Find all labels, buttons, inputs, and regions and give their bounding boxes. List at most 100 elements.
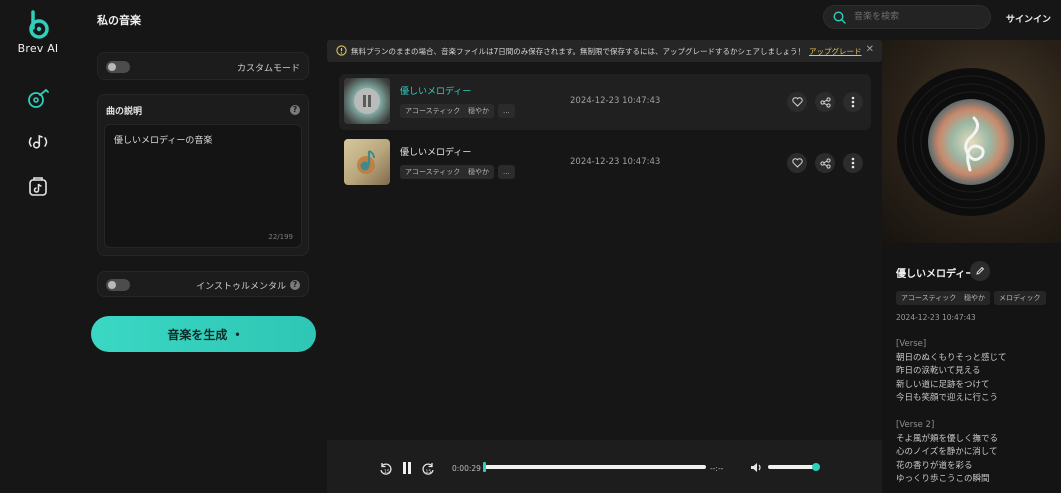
search-input[interactable] <box>854 10 984 24</box>
signin-link[interactable]: サインイン <box>1006 12 1051 25</box>
sidebar-item-tiktok[interactable] <box>24 172 52 200</box>
track-title[interactable]: 優しいメロディー <box>400 145 471 158</box>
play-pause-button[interactable] <box>400 460 414 476</box>
music-broadcast-icon <box>28 134 48 149</box>
total-time: --:-- <box>710 464 724 473</box>
track-tag: 穏やか <box>463 104 494 118</box>
more-vertical-icon <box>851 96 855 108</box>
rewind-button[interactable]: 15 <box>377 460 393 476</box>
share-icon <box>819 96 831 108</box>
generate-button-label: 音楽を生成 <box>167 327 228 342</box>
volume-slider[interactable] <box>768 463 821 471</box>
heart-icon <box>791 97 803 107</box>
custom-mode-label: カスタムモード <box>236 64 300 74</box>
page-title: 私の音楽 <box>97 14 141 27</box>
audio-player: 15 15 0:00:29 --:-- <box>327 440 882 493</box>
edit-title-button[interactable] <box>970 261 990 281</box>
track-tag: アコースティック <box>400 104 466 118</box>
vinyl-record-image <box>897 68 1045 216</box>
search-icon <box>833 11 846 24</box>
close-notice-icon[interactable]: ✕ <box>866 44 874 55</box>
instrumental-label: インストゥルメンタル <box>196 282 286 292</box>
brand-logo[interactable]: Brev AI <box>0 10 76 55</box>
current-time: 0:00:29 <box>452 464 481 473</box>
custom-mode-toggle[interactable] <box>106 61 130 73</box>
track-tag: 穏やか <box>463 165 494 179</box>
detail-title: 優しいメロディー <box>896 269 976 280</box>
rewind-15-icon: 15 <box>379 462 392 475</box>
track-artwork <box>344 78 390 124</box>
more-vertical-icon <box>851 157 855 169</box>
brand-name: Brev AI <box>17 42 59 55</box>
generate-music-button[interactable]: 音楽を生成 • <box>91 316 316 352</box>
instrumental-toggle[interactable] <box>106 279 130 291</box>
sidebar-item-broadcast[interactable] <box>24 128 52 156</box>
like-button[interactable] <box>787 92 807 112</box>
progress-track[interactable] <box>483 462 706 472</box>
instrumental-help-icon[interactable]: ? <box>290 280 300 290</box>
volume-button[interactable] <box>748 460 764 474</box>
share-button[interactable] <box>815 92 835 112</box>
track-tag-more[interactable]: ... <box>498 165 515 179</box>
lyrics-line: そよ風が頬を優しく撫でる <box>896 433 999 444</box>
more-options-button[interactable] <box>843 92 863 112</box>
detail-tag: メロディック <box>994 291 1046 305</box>
lyrics: [Verse] 朝日のぬくもりそっと感じて 昨日の涙乾いて見える 新しい道に足跡… <box>896 338 1056 487</box>
custom-mode-card: カスタムモード <box>97 52 309 80</box>
track-date: 2024-12-23 10:47:43 <box>570 157 661 167</box>
pause-icon <box>363 95 366 107</box>
track-date: 2024-12-23 10:47:43 <box>570 96 661 106</box>
description-value: 優しいメロディーの音楽 <box>114 136 213 146</box>
forward-15-icon: 15 <box>421 462 434 475</box>
like-button[interactable] <box>787 153 807 173</box>
detail-tag: 穏やか <box>959 291 990 305</box>
pause-icon <box>403 462 411 474</box>
detail-date: 2024-12-23 10:47:43 <box>896 313 976 322</box>
track-title[interactable]: 優しいメロディー <box>400 84 471 97</box>
lyrics-line: 心のノイズを静かに消して <box>896 447 998 457</box>
search-box[interactable] <box>823 5 991 29</box>
track-row[interactable]: 優しいメロディー アコースティック 穏やか ... 2024-12-23 10:… <box>339 74 871 130</box>
share-icon <box>819 157 831 169</box>
upgrade-notice: 無料プランのままの場合、音楽ファイルは7日間のみ保存されます。無制限で保存するに… <box>327 40 882 62</box>
description-label: 曲の説明 <box>106 107 143 117</box>
generate-button-dot: • <box>235 327 240 341</box>
song-artwork <box>882 40 1061 243</box>
svg-text:15: 15 <box>425 469 431 475</box>
lyrics-line: 朝日のぬくもりそっと感じて <box>896 352 1007 363</box>
notice-text: 無料プランのままの場合、音楽ファイルは7日間のみ保存されます。無制限で保存するに… <box>351 47 806 56</box>
lyrics-section-label: [Verse 2] <box>896 420 935 430</box>
svg-text:15: 15 <box>384 469 390 475</box>
sidebar: Brev AI <box>0 0 76 493</box>
track-row[interactable]: 優しいメロディー アコースティック 穏やか ... 2024-12-23 10:… <box>339 135 871 191</box>
upgrade-link[interactable]: アップグレード <box>809 47 862 56</box>
description-help-icon[interactable]: ? <box>290 105 300 115</box>
description-input[interactable]: 優しいメロディーの音楽 22/199 <box>104 124 302 248</box>
track-thumbnail[interactable] <box>344 139 390 185</box>
heart-icon <box>791 158 803 168</box>
song-detail-panel: 優しいメロディー アコースティック 穏やか メロディック 2024-12-23 … <box>882 40 1061 493</box>
pencil-icon <box>976 266 985 275</box>
lyrics-line: 新しい道に足跡をつけて <box>896 379 990 390</box>
progress-handle[interactable] <box>483 462 486 472</box>
char-count: 22/199 <box>268 233 293 241</box>
lyrics-line: 今日も笑顔で迎えに行こう <box>896 393 999 403</box>
sidebar-item-my-music[interactable] <box>24 84 52 112</box>
detail-tag: アコースティック <box>896 291 962 305</box>
lyrics-line: ゆっくり歩こうこの瞬間 <box>896 474 990 484</box>
music-disc-icon <box>28 88 49 108</box>
share-button[interactable] <box>815 153 835 173</box>
lyrics-line: 昨日の涙乾いて見える <box>896 366 981 376</box>
more-options-button[interactable] <box>843 153 863 173</box>
track-thumbnail[interactable] <box>344 78 390 124</box>
volume-handle[interactable] <box>812 463 821 471</box>
forward-button[interactable]: 15 <box>420 460 436 476</box>
volume-fill <box>768 465 818 469</box>
track-artwork <box>344 139 390 185</box>
volume-icon <box>750 462 761 472</box>
lyrics-line: 花の香りが道を彩る <box>896 460 973 471</box>
track-tag-more[interactable]: ... <box>498 104 515 118</box>
tiktok-bag-icon <box>29 177 47 196</box>
brand-logo-icon <box>29 10 49 39</box>
instrumental-card: インストゥルメンタル ? <box>97 271 309 297</box>
